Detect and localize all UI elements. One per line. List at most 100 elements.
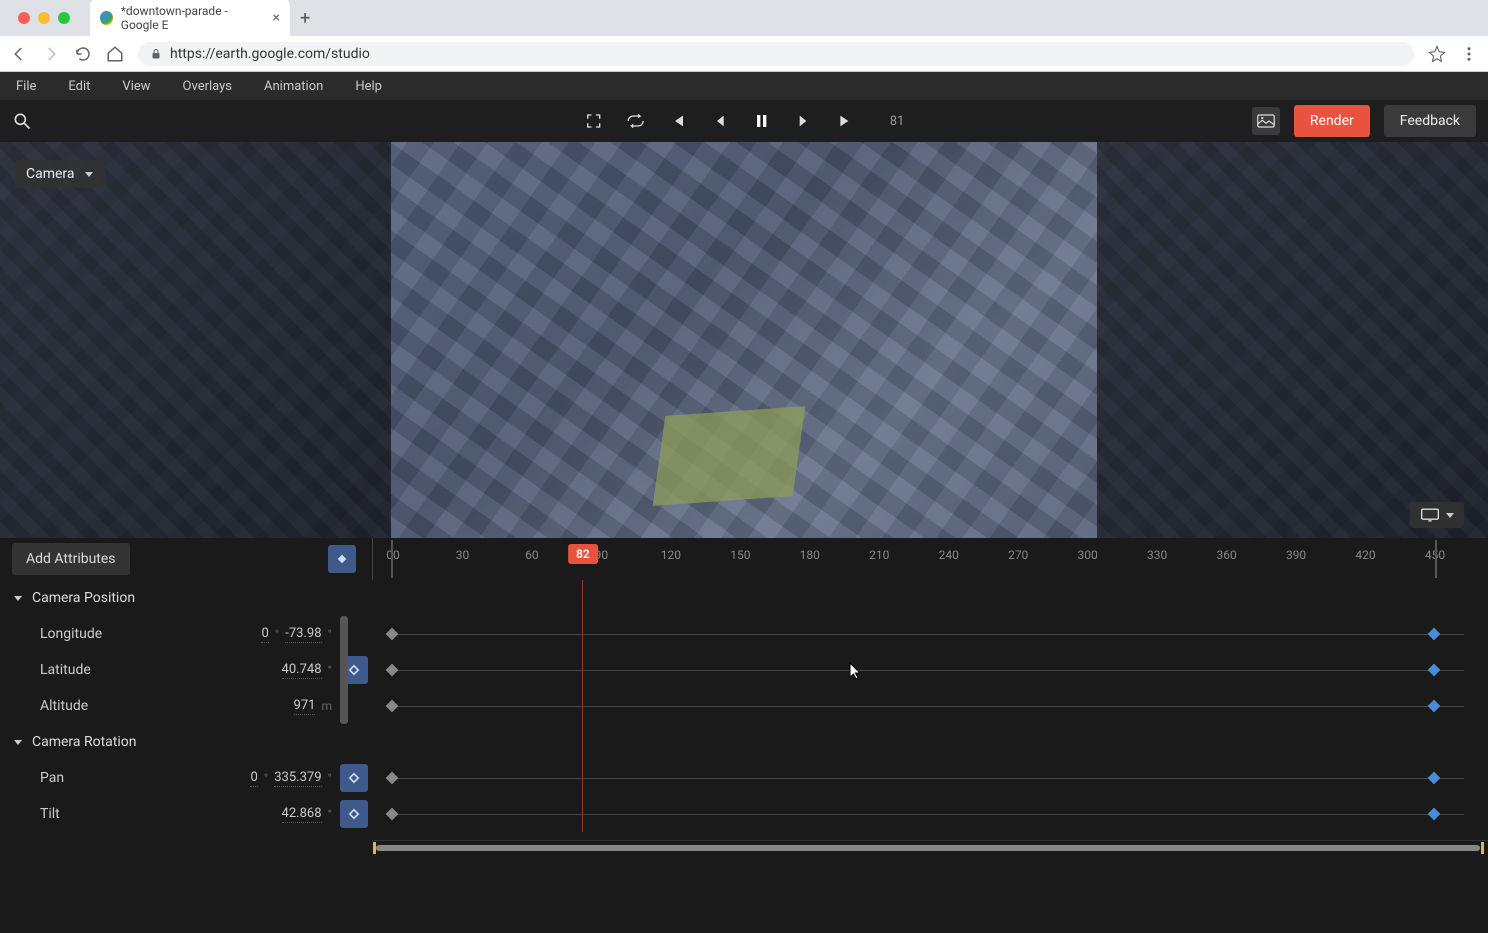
keyframe-diamond[interactable] (1428, 700, 1441, 713)
loop-icon[interactable] (626, 111, 646, 131)
keyframe-diamond[interactable] (386, 628, 399, 641)
ruler-tick: 210 (869, 548, 889, 562)
search-icon[interactable] (12, 111, 32, 131)
pause-button[interactable] (752, 111, 772, 131)
menu-help[interactable]: Help (339, 75, 398, 98)
property-row: Altitude 971 m (0, 688, 1488, 724)
property-prefix-value[interactable]: 0 (261, 626, 268, 643)
master-keyframe-button[interactable] (328, 545, 356, 573)
viewport-overscan-right (1097, 142, 1488, 538)
keyframe-track[interactable] (372, 616, 1488, 652)
scrollbar-track[interactable] (372, 840, 1488, 858)
keyframe-toggle[interactable] (340, 800, 368, 828)
bookmark-star-icon[interactable] (1428, 45, 1446, 63)
timeline-ruler[interactable]: 0030609012015018021024027030033036039042… (372, 538, 1488, 580)
step-forward-icon[interactable] (794, 111, 814, 131)
feedback-button[interactable]: Feedback (1384, 105, 1476, 137)
menu-edit[interactable]: Edit (52, 75, 106, 98)
keyframe-diamond[interactable] (386, 664, 399, 677)
new-tab-button[interactable]: + (300, 8, 310, 29)
property-label: Pan (40, 770, 250, 786)
menu-file[interactable]: File (0, 75, 52, 98)
property-label: Latitude (40, 662, 282, 678)
viewport-overscan-left (0, 142, 391, 538)
property-group-header[interactable]: Camera Rotation (0, 724, 372, 760)
ruler-tick: 300 (1078, 548, 1098, 562)
playhead-label[interactable]: 82 (568, 544, 598, 564)
fullscreen-icon[interactable] (584, 111, 604, 131)
property-unit: m (321, 699, 332, 713)
close-tab-icon[interactable]: × (273, 10, 280, 26)
ruler-tick: 30 (456, 548, 470, 562)
keyframe-diamond[interactable] (1428, 628, 1441, 641)
keyframe-track[interactable] (372, 652, 1488, 688)
range-end-marker[interactable] (1435, 540, 1437, 578)
home-button[interactable] (106, 45, 124, 63)
earth-favicon-icon (100, 11, 113, 25)
timeline: Add Attributes 0030609012015018021024027… (0, 538, 1488, 858)
tab-strip: *downtown-parade - Google E × + (0, 0, 1488, 36)
step-back-icon[interactable] (710, 111, 730, 131)
browser-menu-icon[interactable] (1460, 45, 1478, 63)
chevron-down-icon (1446, 513, 1454, 518)
keyframe-diamond[interactable] (1428, 808, 1441, 821)
property-prefix-value[interactable]: 0 (250, 770, 257, 787)
range-start-marker[interactable] (391, 540, 393, 578)
forward-button[interactable] (42, 45, 60, 63)
ruler-tick: 150 (730, 548, 750, 562)
property-label: Altitude (40, 698, 294, 714)
menu-animation[interactable]: Animation (248, 75, 339, 98)
maximize-window-button[interactable] (58, 12, 70, 24)
property-unit: ° (328, 663, 332, 677)
minimize-window-button[interactable] (38, 12, 50, 24)
property-unit: ° (328, 807, 332, 821)
keyframe-diamond[interactable] (386, 700, 399, 713)
group-name: Camera Rotation (32, 734, 137, 750)
keyframe-diamond[interactable] (386, 772, 399, 785)
keyframe-track[interactable] (372, 760, 1488, 796)
window-controls (8, 12, 80, 24)
ruler-tick: 270 (1008, 548, 1028, 562)
skip-start-icon[interactable] (668, 111, 688, 131)
back-button[interactable] (10, 45, 28, 63)
scrollbar-thumb[interactable] (376, 845, 1480, 851)
camera-dropdown[interactable]: Camera (14, 160, 105, 188)
viewport-main[interactable] (391, 142, 1097, 538)
collapse-icon (14, 596, 22, 601)
display-mode-toggle[interactable] (1410, 502, 1464, 528)
reload-button[interactable] (74, 45, 92, 63)
property-value[interactable]: 335.379 (274, 770, 321, 787)
property-unit: ° (328, 627, 332, 641)
snapshot-icon[interactable] (1252, 107, 1280, 135)
close-window-button[interactable] (18, 12, 30, 24)
menu-overlays[interactable]: Overlays (167, 75, 248, 98)
ruler-tick: 180 (800, 548, 820, 562)
keyframe-diamond[interactable] (1428, 664, 1441, 677)
add-attributes-button[interactable]: Add Attributes (12, 543, 130, 575)
scrollbar-handle-right[interactable] (1481, 842, 1484, 854)
property-value[interactable]: 40.748 (282, 662, 322, 679)
address-bar[interactable]: https://earth.google.com/studio (138, 42, 1414, 66)
ruler-tick: 120 (661, 548, 681, 562)
playhead[interactable]: 82 (568, 544, 598, 564)
ruler-tick: 420 (1355, 548, 1375, 562)
keyframe-diamond[interactable] (386, 808, 399, 821)
property-value[interactable]: 971 (294, 698, 316, 715)
keyframe-toggle[interactable] (340, 764, 368, 792)
timeline-scrollbar (0, 840, 1488, 858)
keyframe-track[interactable] (372, 796, 1488, 832)
render-button[interactable]: Render (1294, 105, 1370, 137)
property-group-header[interactable]: Camera Position (0, 580, 372, 616)
browser-tab[interactable]: *downtown-parade - Google E × (90, 0, 290, 38)
menu-view[interactable]: View (106, 75, 166, 98)
keyframe-diamond[interactable] (1428, 772, 1441, 785)
keyframe-track[interactable] (372, 688, 1488, 724)
property-label: Tilt (40, 806, 282, 822)
monitor-icon (1420, 508, 1440, 522)
ruler-tick: 330 (1147, 548, 1167, 562)
property-value[interactable]: -73.98 (285, 626, 321, 643)
camera-dropdown-label: Camera (26, 166, 75, 182)
property-value[interactable]: 42.868 (282, 806, 322, 823)
skip-end-icon[interactable] (836, 111, 856, 131)
ruler-tick: 390 (1286, 548, 1306, 562)
